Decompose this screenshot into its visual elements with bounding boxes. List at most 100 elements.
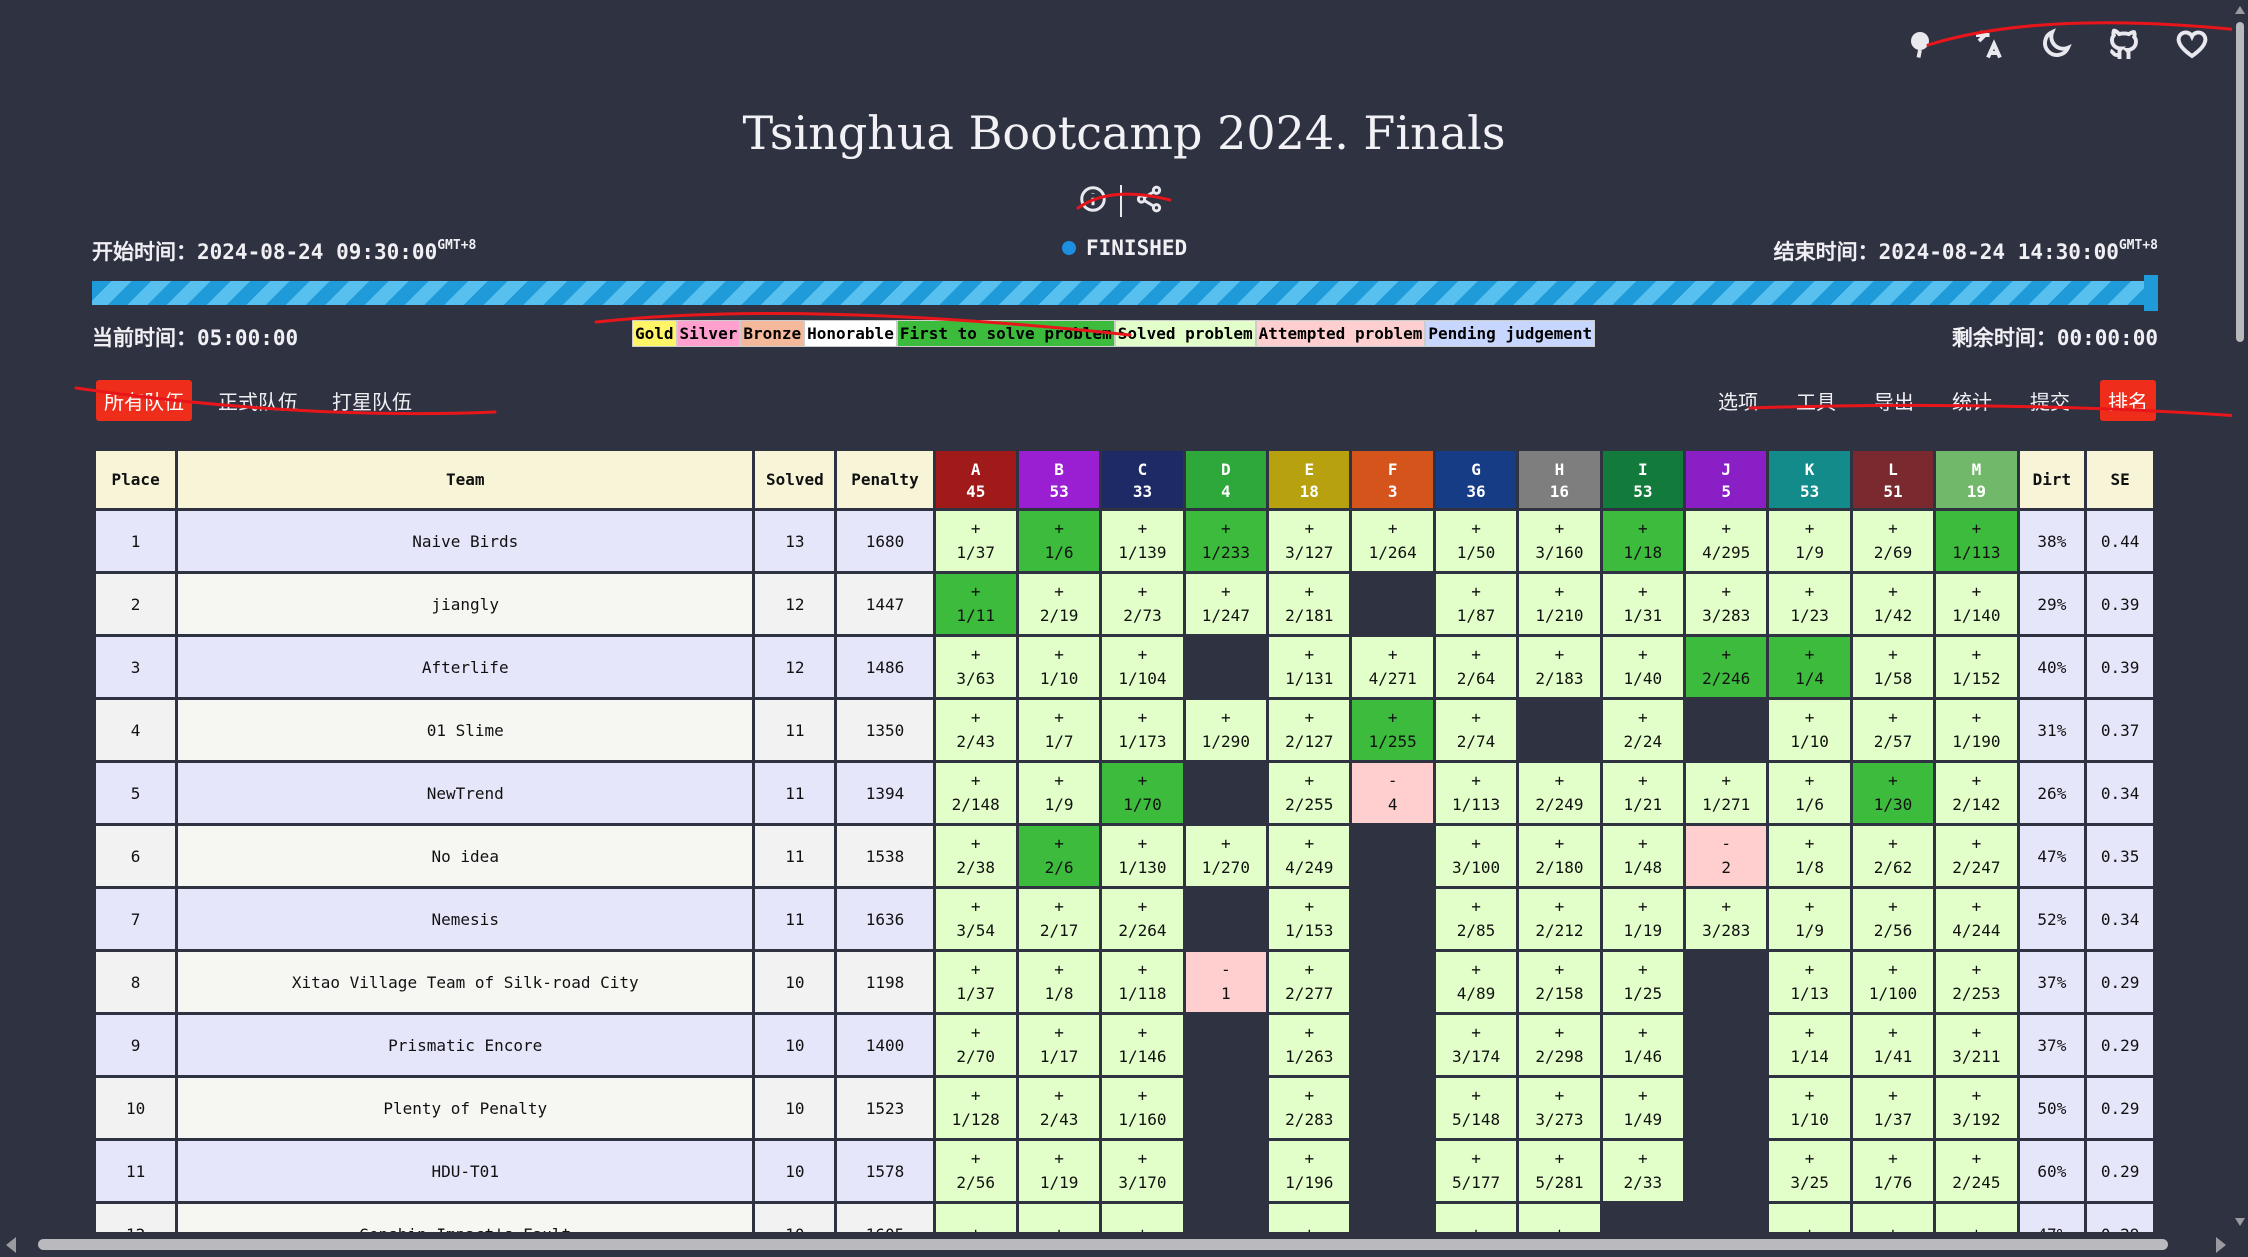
problem-cell-g[interactable]: + bbox=[1432, 1201, 1520, 1234]
problem-cell-a[interactable]: +1/37 bbox=[932, 508, 1019, 574]
problem-cell-h[interactable]: +3/273 bbox=[1516, 1075, 1603, 1141]
problem-cell-m[interactable]: +2/245 bbox=[1933, 1138, 2020, 1204]
tab-tools[interactable]: 工具 bbox=[1788, 380, 1844, 421]
problem-cell-i[interactable]: +1/19 bbox=[1599, 886, 1687, 952]
problem-cell-g[interactable]: +1/87 bbox=[1432, 571, 1520, 637]
problem-cell-i[interactable]: +2/24 bbox=[1599, 697, 1687, 763]
problem-cell-g[interactable]: +4/89 bbox=[1432, 949, 1520, 1015]
problem-cell-j[interactable]: +3/283 bbox=[1683, 886, 1770, 952]
problem-cell-g[interactable]: +3/174 bbox=[1432, 1012, 1520, 1078]
problem-cell-b[interactable]: +2/19 bbox=[1015, 571, 1103, 637]
team-name[interactable]: Plenty of Penalty bbox=[175, 1075, 756, 1141]
problem-cell-e[interactable]: +2/181 bbox=[1266, 571, 1353, 637]
problem-cell-a[interactable]: +1/37 bbox=[932, 949, 1019, 1015]
horizontal-scroll-thumb[interactable] bbox=[38, 1239, 2168, 1250]
table-row[interactable]: 11 HDU-T01 10 1578 +2/56 +1/19 +3/170 +1/196 +5/… bbox=[93, 1138, 2156, 1204]
problem-cell-m[interactable]: +1/190 bbox=[1933, 697, 2020, 763]
problem-cell-d[interactable]: +1/290 bbox=[1182, 697, 1270, 763]
table-row[interactable]: 12 Genshin Impact's Fault 10 1605 + + + + + + + + +4… bbox=[93, 1201, 2156, 1234]
problem-cell-h[interactable]: +3/160 bbox=[1516, 508, 1603, 574]
problem-cell-a[interactable]: +2/38 bbox=[932, 823, 1019, 889]
problem-cell-m[interactable]: +2/247 bbox=[1933, 823, 2020, 889]
problem-cell-h[interactable]: +2/180 bbox=[1516, 823, 1603, 889]
problem-cell-h[interactable]: +1/210 bbox=[1516, 571, 1603, 637]
problem-cell-i[interactable]: +1/21 bbox=[1599, 760, 1687, 826]
problem-cell-k[interactable]: +1/14 bbox=[1766, 1012, 1853, 1078]
problem-header-m[interactable]: M 19 bbox=[1933, 448, 2020, 511]
problem-cell-m[interactable]: +2/253 bbox=[1933, 949, 2020, 1015]
problem-cell-m[interactable]: +1/140 bbox=[1933, 571, 2020, 637]
problem-cell-l[interactable]: +2/62 bbox=[1849, 823, 1937, 889]
header-solved[interactable]: Solved bbox=[752, 448, 838, 511]
problem-cell-a[interactable]: +2/43 bbox=[932, 697, 1019, 763]
problem-cell-d[interactable]: +1/270 bbox=[1182, 823, 1270, 889]
problem-cell-k[interactable]: +1/6 bbox=[1766, 760, 1853, 826]
problem-cell-c[interactable]: +1/139 bbox=[1099, 508, 1186, 574]
problem-cell-i[interactable]: +1/40 bbox=[1599, 634, 1687, 700]
problem-cell-b[interactable]: +1/8 bbox=[1015, 949, 1103, 1015]
problem-cell-h[interactable]: +2/158 bbox=[1516, 949, 1603, 1015]
problem-header-i[interactable]: I 53 bbox=[1599, 448, 1687, 511]
filter-star-teams[interactable]: 打星队伍 bbox=[324, 380, 420, 421]
problem-cell-a[interactable]: +3/54 bbox=[932, 886, 1019, 952]
problem-cell-k[interactable]: +1/9 bbox=[1766, 508, 1853, 574]
problem-cell-a[interactable]: +2/56 bbox=[932, 1138, 1019, 1204]
heart-icon[interactable] bbox=[2172, 24, 2212, 64]
table-row[interactable]: 7 Nemesis 11 1636 +3/54 +2/17 +2/264 +1/153 +2/8… bbox=[93, 886, 2156, 952]
problem-cell-m[interactable]: +1/152 bbox=[1933, 634, 2020, 700]
horizontal-scrollbar[interactable] bbox=[0, 1232, 2232, 1257]
problem-header-j[interactable]: J5 bbox=[1683, 448, 1770, 511]
problem-cell-l[interactable]: +1/58 bbox=[1849, 634, 1937, 700]
problem-cell-d[interactable]: +1/247 bbox=[1182, 571, 1270, 637]
problem-cell-c[interactable]: +1/130 bbox=[1099, 823, 1186, 889]
problem-cell-g[interactable]: +2/74 bbox=[1432, 697, 1520, 763]
table-row[interactable]: 9 Prismatic Encore 10 1400 +2/70 +1/17 +1/146 +… bbox=[93, 1012, 2156, 1078]
team-name[interactable]: Afterlife bbox=[175, 634, 756, 700]
scroll-right-icon[interactable] bbox=[2216, 1237, 2226, 1253]
contest-progress-bar[interactable] bbox=[92, 275, 2158, 311]
table-row[interactable]: 8 Xitao Village Team of Silk-road City 10 1… bbox=[93, 949, 2156, 1015]
table-row[interactable]: 1 Naive Birds 13 1680 +1/37 +1/6 +1/139 +1/233 +… bbox=[93, 508, 2156, 574]
problem-cell-l[interactable]: +2/57 bbox=[1849, 697, 1937, 763]
problem-header-l[interactable]: L 51 bbox=[1849, 448, 1937, 511]
problem-cell-l[interactable]: +2/69 bbox=[1849, 508, 1937, 574]
table-row[interactable]: 10 Plenty of Penalty 10 1523 +1/128 +2/43 +1/1… bbox=[93, 1075, 2156, 1141]
problem-cell-i[interactable]: +1/48 bbox=[1599, 823, 1687, 889]
problem-cell-i[interactable]: +2/33 bbox=[1599, 1138, 1687, 1204]
scroll-left-icon[interactable] bbox=[6, 1237, 16, 1253]
problem-cell-b[interactable]: +2/6 bbox=[1015, 823, 1103, 889]
tab-stats[interactable]: 统计 bbox=[1944, 380, 2000, 421]
problem-cell-e[interactable]: +1/153 bbox=[1266, 886, 1353, 952]
problem-cell-e[interactable]: +3/127 bbox=[1266, 508, 1353, 574]
problem-cell-k[interactable]: +1/9 bbox=[1766, 886, 1853, 952]
problem-cell-f[interactable]: +4/271 bbox=[1349, 634, 1436, 700]
team-name[interactable]: HDU-T01 bbox=[175, 1138, 756, 1204]
scroll-down-icon[interactable] bbox=[2235, 1218, 2245, 1226]
team-name[interactable]: Genshin Impact's Fault bbox=[175, 1201, 756, 1234]
problem-cell-j[interactable]: +2/246 bbox=[1683, 634, 1770, 700]
table-row[interactable]: 5 NewTrend 11 1394 +2/148 +1/9 +1/70 +2/255-4 +1… bbox=[93, 760, 2156, 826]
problem-cell-j[interactable]: +1/271 bbox=[1683, 760, 1770, 826]
problem-header-d[interactable]: D4 bbox=[1182, 448, 1270, 511]
problem-cell-i[interactable]: +1/46 bbox=[1599, 1012, 1687, 1078]
problem-cell-e[interactable]: +1/196 bbox=[1266, 1138, 1353, 1204]
tab-options[interactable]: 选项 bbox=[1710, 380, 1766, 421]
problem-cell-a[interactable]: +1/128 bbox=[932, 1075, 1019, 1141]
translate-icon[interactable] bbox=[1968, 24, 2008, 64]
problem-cell-l[interactable]: +1/41 bbox=[1849, 1012, 1937, 1078]
problem-cell-k[interactable]: +1/13 bbox=[1766, 949, 1853, 1015]
balloon-icon[interactable] bbox=[1900, 24, 1940, 64]
filter-official-teams[interactable]: 正式队伍 bbox=[210, 380, 306, 421]
problem-cell-b[interactable]: +1/9 bbox=[1015, 760, 1103, 826]
problem-cell-i[interactable]: +1/18 bbox=[1599, 508, 1687, 574]
problem-cell-a[interactable]: +2/70 bbox=[932, 1012, 1019, 1078]
team-name[interactable]: No idea bbox=[175, 823, 756, 889]
problem-cell-h[interactable]: +2/183 bbox=[1516, 634, 1603, 700]
problem-header-c[interactable]: C 33 bbox=[1099, 448, 1186, 511]
problem-cell-b[interactable]: +1/17 bbox=[1015, 1012, 1103, 1078]
problem-cell-e[interactable]: +2/283 bbox=[1266, 1075, 1353, 1141]
problem-cell-e[interactable]: +4/249 bbox=[1266, 823, 1353, 889]
progress-handle[interactable] bbox=[2144, 275, 2158, 311]
problem-cell-m[interactable]: +1/113 bbox=[1933, 508, 2020, 574]
problem-cell-c[interactable]: +1/146 bbox=[1099, 1012, 1186, 1078]
